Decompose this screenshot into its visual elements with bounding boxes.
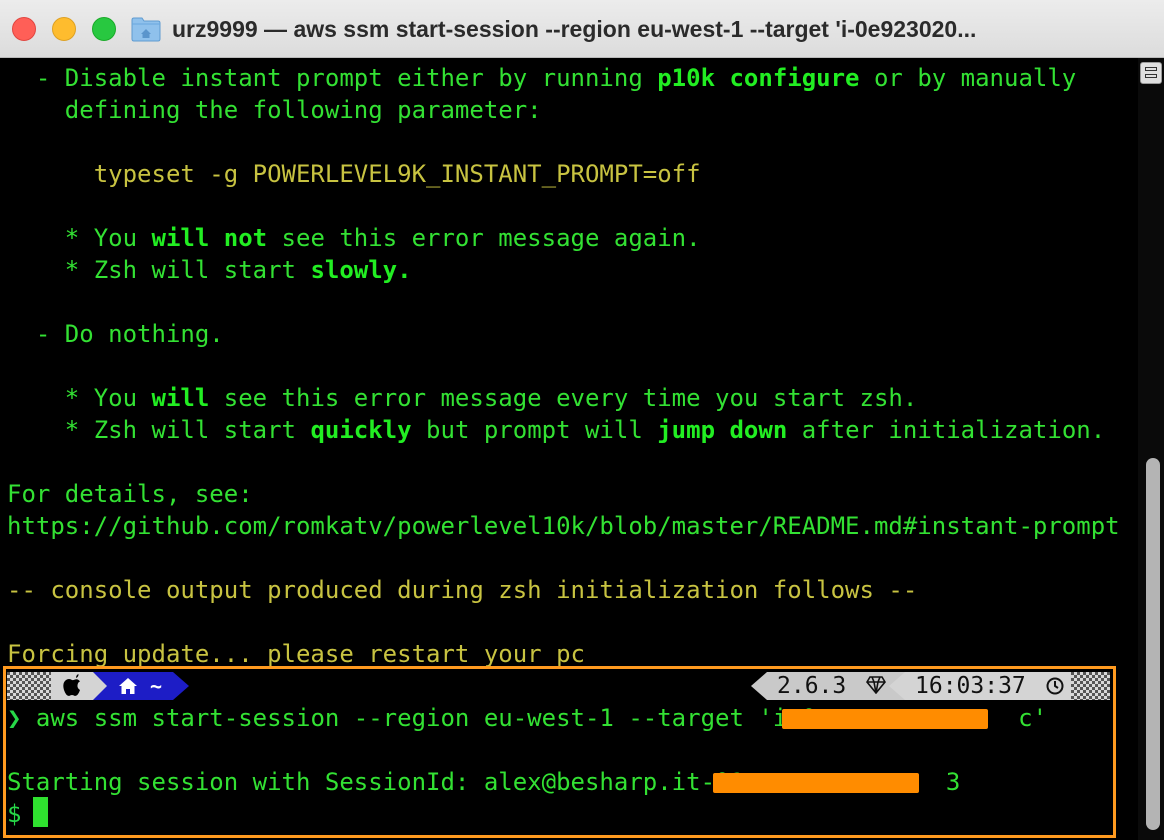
segment-separator (751, 672, 767, 700)
terminal-line: -- console output produced during zsh in… (7, 576, 918, 604)
redaction-mark (782, 709, 988, 729)
text-cursor (33, 797, 48, 827)
terminal-line: defining the following parameter: (7, 96, 542, 124)
directory-segment: ~ (107, 672, 173, 700)
terminal-link[interactable]: https://github.com/romkatv/powerlevel10k… (7, 510, 1120, 542)
terminal-line: * Zsh will start slowly. (7, 256, 412, 284)
terminal-line: typeset -g POWERLEVEL9K_INSTANT_PROMPT=o… (7, 160, 701, 188)
terminal-line: * You will not see this error message ag… (7, 224, 701, 252)
terminal-line: - Do nothing. (7, 320, 224, 348)
current-directory: ~ (150, 674, 163, 698)
scrollbar-thumb[interactable] (1146, 458, 1160, 830)
terminal-line: Forcing update... please restart your pc (7, 640, 585, 668)
zoom-window-button[interactable] (92, 17, 116, 41)
folder-icon (131, 17, 161, 42)
segment-separator (93, 672, 107, 700)
window-title: urz9999 — aws ssm start-session --region… (172, 16, 977, 42)
terminal-line: For details, see: (7, 480, 253, 508)
terminal-line: - Disable instant prompt either by runni… (7, 64, 1077, 92)
segment-separator (889, 672, 905, 700)
split-pane-button[interactable] (1140, 62, 1162, 84)
shell-prompt: $ (7, 800, 22, 828)
title-bar: urz9999 — aws ssm start-session --region… (0, 0, 1164, 58)
segment-separator (173, 672, 189, 700)
clock-icon (1046, 677, 1064, 695)
prompt-decoration (7, 672, 51, 700)
ruby-version: 2.6.3 (777, 673, 847, 699)
prompt-decoration (1071, 672, 1110, 700)
clock-time: 16:03:37 (915, 673, 1026, 699)
time-segment: 16:03:37 (905, 672, 1071, 700)
terminal-line: * You will see this error message every … (7, 384, 918, 412)
powerlevel-prompt: ~ 2.6.3 16:03:37 (7, 672, 1110, 700)
minimize-window-button[interactable] (52, 17, 76, 41)
apple-icon (51, 672, 93, 700)
redaction-mark (713, 773, 919, 793)
terminal-line: * Zsh will start quickly but prompt will… (7, 416, 1106, 444)
ruby-version-segment: 2.6.3 (767, 672, 889, 700)
home-icon (118, 678, 137, 694)
gem-icon (866, 676, 887, 695)
prompt-char: ❯ (7, 704, 22, 732)
close-window-button[interactable] (12, 17, 36, 41)
